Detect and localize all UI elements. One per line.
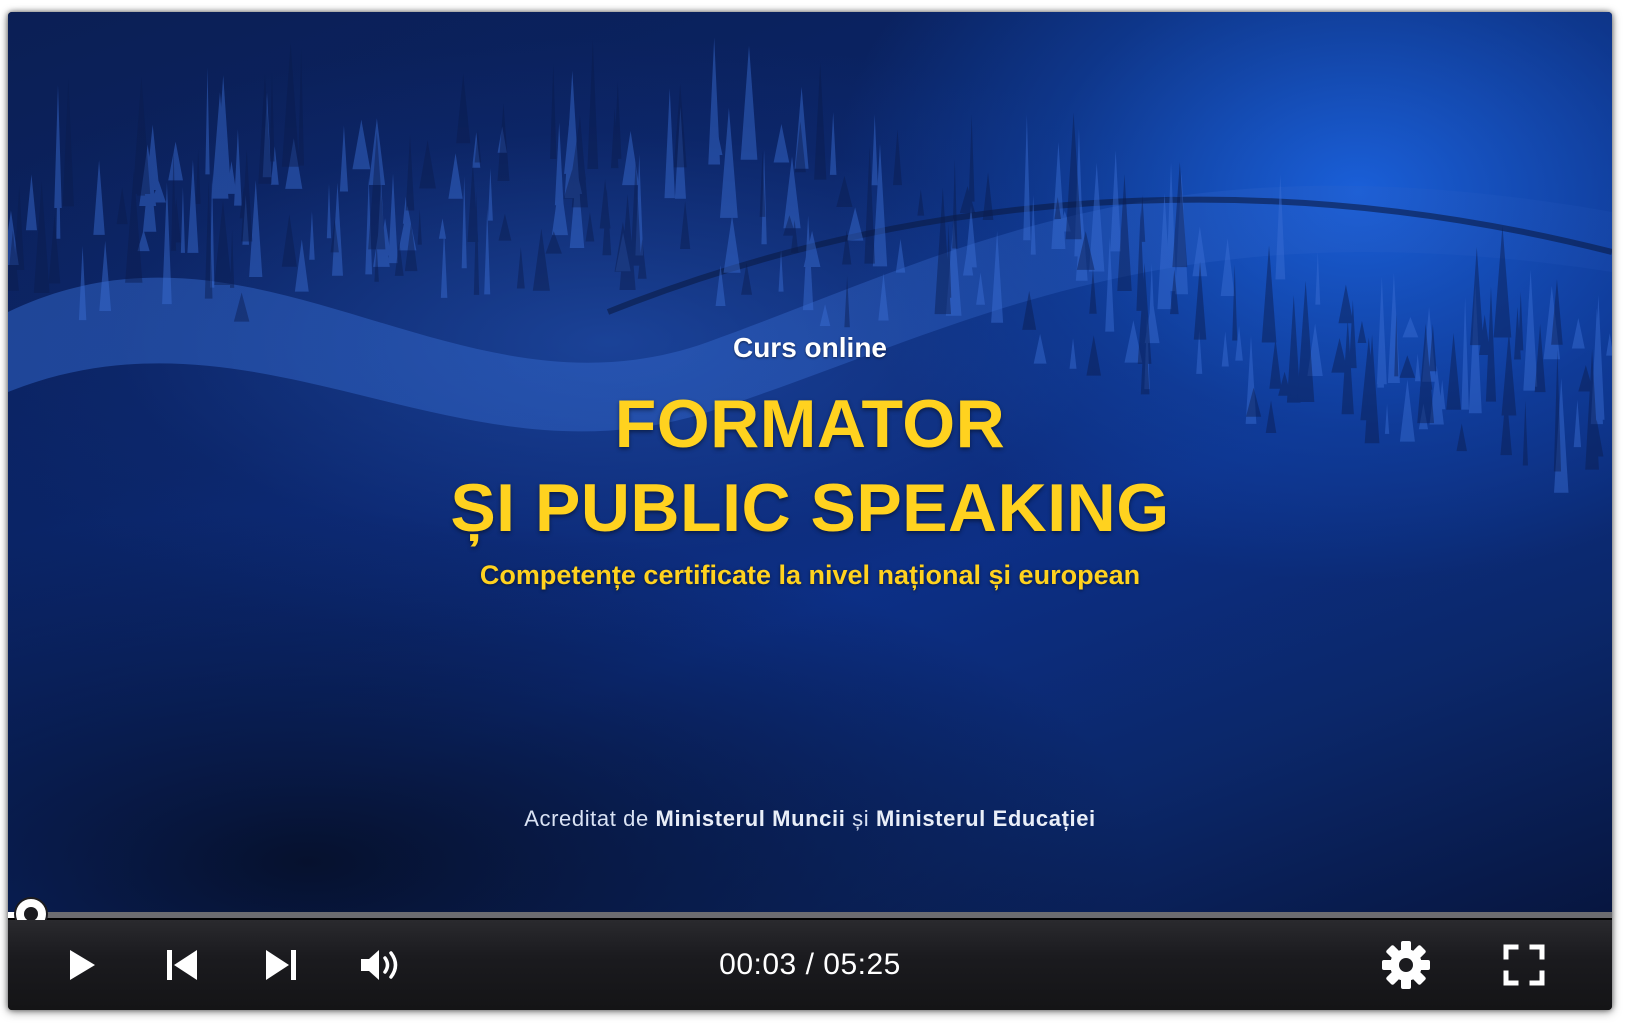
progress-bar[interactable]: [8, 897, 1612, 931]
accreditation-joiner: și: [852, 806, 870, 831]
accreditation-org-1: Ministerul Muncii: [655, 806, 846, 831]
gear-icon: [1382, 941, 1430, 989]
duration: 05:25: [823, 948, 901, 981]
control-bar: 00:03 / 05:25: [8, 920, 1612, 1010]
fullscreen-icon: [1503, 944, 1545, 986]
current-time: 00:03: [719, 948, 797, 981]
progress-track[interactable]: [8, 912, 1612, 918]
accreditation-prefix: Acreditat de: [524, 806, 649, 831]
video-player[interactable]: Curs online FORMATOR ȘI PUBLIC SPEAKING …: [8, 12, 1612, 1010]
course-subtitle: Competențe certificate la nivel național…: [479, 560, 1141, 590]
title-card: Curs online FORMATOR ȘI PUBLIC SPEAKING …: [8, 12, 1612, 912]
settings-button[interactable]: [1376, 938, 1436, 992]
accreditation-note: Acreditat de Ministerul Muncii și Minist…: [8, 806, 1612, 832]
course-kicker: Curs online: [732, 332, 887, 363]
time-separator: /: [805, 948, 815, 981]
fullscreen-button[interactable]: [1494, 938, 1554, 992]
course-title-line-2: ȘI PUBLIC SPEAKING: [450, 470, 1170, 546]
course-title-line-1: FORMATOR: [614, 386, 1006, 462]
video-frame[interactable]: Curs online FORMATOR ȘI PUBLIC SPEAKING …: [8, 12, 1612, 912]
accreditation-org-2: Ministerul Educației: [875, 806, 1096, 831]
time-display: 00:03 / 05:25: [8, 948, 1612, 982]
